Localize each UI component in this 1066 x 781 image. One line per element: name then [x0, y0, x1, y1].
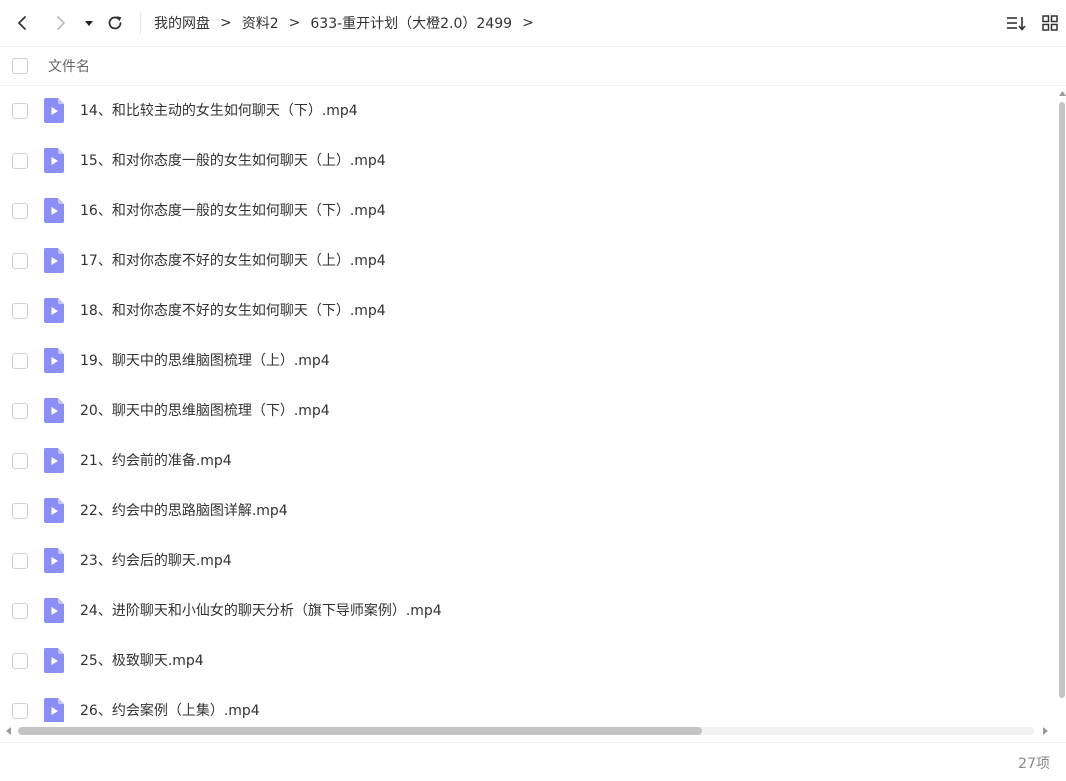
file-row[interactable]: 20、聊天中的思维脑图梳理（下）.mp4 [0, 386, 1058, 436]
file-row[interactable]: 16、和对你态度一般的女生如何聊天（下）.mp4 [0, 186, 1058, 236]
file-row[interactable]: 21、约会前的准备.mp4 [0, 436, 1058, 486]
file-browser-window: 我的网盘 > 资料2 > 633-重开计划（大橙2.0）2499 > 文件名 1… [0, 0, 1066, 781]
file-checkbox[interactable] [12, 403, 28, 419]
breadcrumb-separator: > [288, 15, 301, 31]
video-file-icon [44, 298, 64, 323]
file-row[interactable]: 18、和对你态度不好的女生如何聊天（下）.mp4 [0, 286, 1058, 336]
status-bar: 27项 [0, 742, 1066, 781]
file-row[interactable]: 25、极致聊天.mp4 [0, 636, 1058, 686]
breadcrumb-separator: > [220, 15, 232, 31]
refresh-button[interactable] [101, 9, 129, 37]
video-file-icon [44, 448, 64, 473]
file-row[interactable]: 26、约会案例（上集）.mp4 [0, 686, 1058, 722]
toolbar-divider [140, 12, 141, 34]
triangle-right-icon [1042, 727, 1048, 735]
breadcrumb-separator: > [522, 15, 534, 31]
file-row[interactable]: 15、和对你态度一般的女生如何聊天（上）.mp4 [0, 136, 1058, 186]
file-name: 20、聊天中的思维脑图梳理（下）.mp4 [80, 403, 330, 419]
file-checkbox[interactable] [12, 453, 28, 469]
breadcrumb-item-current[interactable]: 633-重开计划（大橙2.0）2499 [310, 13, 512, 33]
file-name: 25、极致聊天.mp4 [80, 653, 204, 669]
history-dropdown-button[interactable] [76, 9, 102, 37]
video-file-icon [44, 398, 64, 423]
file-name: 23、约会后的聊天.mp4 [80, 553, 232, 569]
file-checkbox[interactable] [12, 503, 28, 519]
file-checkbox[interactable] [12, 703, 28, 719]
video-file-icon [44, 498, 64, 523]
grid-view-icon [1042, 15, 1058, 31]
file-checkbox[interactable] [12, 353, 28, 369]
video-file-icon [44, 148, 64, 173]
file-name: 15、和对你态度一般的女生如何聊天（上）.mp4 [80, 153, 386, 169]
horizontal-scrollbar[interactable] [0, 722, 1058, 740]
file-name: 14、和比较主动的女生如何聊天（下）.mp4 [80, 103, 358, 119]
video-file-icon [44, 648, 64, 673]
breadcrumb: 我的网盘 > 资料2 > 633-重开计划（大橙2.0）2499 > [154, 0, 544, 46]
forward-button[interactable] [47, 9, 75, 37]
video-file-icon [44, 548, 64, 573]
grid-view-button[interactable] [1036, 9, 1064, 37]
file-name: 24、进阶聊天和小仙女的聊天分析（旗下导师案例）.mp4 [80, 603, 442, 619]
file-name: 19、聊天中的思维脑图梳理（上）.mp4 [80, 353, 330, 369]
scroll-up-arrow[interactable] [1058, 88, 1066, 98]
triangle-left-icon [5, 727, 11, 735]
file-checkbox[interactable] [12, 203, 28, 219]
caret-down-icon [85, 21, 93, 26]
video-file-icon [44, 698, 64, 722]
list-header: 文件名 [0, 46, 1066, 86]
file-row[interactable]: 23、约会后的聊天.mp4 [0, 536, 1058, 586]
video-file-icon [44, 248, 64, 273]
select-all-checkbox[interactable] [12, 58, 28, 74]
file-checkbox[interactable] [12, 603, 28, 619]
file-checkbox[interactable] [12, 303, 28, 319]
breadcrumb-item-folder[interactable]: 资料2 [242, 13, 279, 33]
file-checkbox[interactable] [12, 153, 28, 169]
vertical-scroll-thumb[interactable] [1059, 102, 1065, 698]
back-button[interactable] [8, 9, 36, 37]
breadcrumb-item-root[interactable]: 我的网盘 [154, 13, 210, 33]
triangle-up-icon [1058, 90, 1066, 96]
file-name: 17、和对你态度不好的女生如何聊天（上）.mp4 [80, 253, 386, 269]
file-list: 14、和比较主动的女生如何聊天（下）.mp4 15、和对你态度一般的女生如何聊天… [0, 86, 1058, 722]
scroll-right-arrow[interactable] [1040, 726, 1050, 736]
refresh-icon [108, 16, 122, 30]
file-checkbox[interactable] [12, 553, 28, 569]
file-row[interactable]: 19、聊天中的思维脑图梳理（上）.mp4 [0, 336, 1058, 386]
file-row[interactable]: 14、和比较主动的女生如何聊天（下）.mp4 [0, 86, 1058, 136]
video-file-icon [44, 598, 64, 623]
video-file-icon [44, 348, 64, 373]
file-row[interactable]: 24、进阶聊天和小仙女的聊天分析（旗下导师案例）.mp4 [0, 586, 1058, 636]
horizontal-scroll-thumb[interactable] [18, 727, 702, 735]
sort-button[interactable] [1002, 9, 1030, 37]
item-count: 27项 [1018, 756, 1050, 772]
file-name: 18、和对你态度不好的女生如何聊天（下）.mp4 [80, 303, 386, 319]
toolbar: 我的网盘 > 资料2 > 633-重开计划（大橙2.0）2499 > [0, 0, 1066, 46]
vertical-scrollbar[interactable] [1058, 86, 1066, 722]
file-name: 16、和对你态度一般的女生如何聊天（下）.mp4 [80, 203, 386, 219]
file-name: 21、约会前的准备.mp4 [80, 453, 232, 469]
video-file-icon [44, 98, 64, 123]
file-row[interactable]: 17、和对你态度不好的女生如何聊天（上）.mp4 [0, 236, 1058, 286]
scroll-left-arrow[interactable] [3, 726, 13, 736]
video-file-icon [44, 198, 64, 223]
chevron-left-icon [18, 16, 26, 30]
file-row[interactable]: 22、约会中的思路脑图详解.mp4 [0, 486, 1058, 536]
file-checkbox[interactable] [12, 253, 28, 269]
chevron-right-icon [57, 16, 65, 30]
sort-icon [1007, 17, 1026, 31]
column-header-name[interactable]: 文件名 [48, 56, 90, 76]
file-checkbox[interactable] [12, 103, 28, 119]
file-name: 26、约会案例（上集）.mp4 [80, 703, 260, 719]
file-name: 22、约会中的思路脑图详解.mp4 [80, 503, 288, 519]
file-checkbox[interactable] [12, 653, 28, 669]
